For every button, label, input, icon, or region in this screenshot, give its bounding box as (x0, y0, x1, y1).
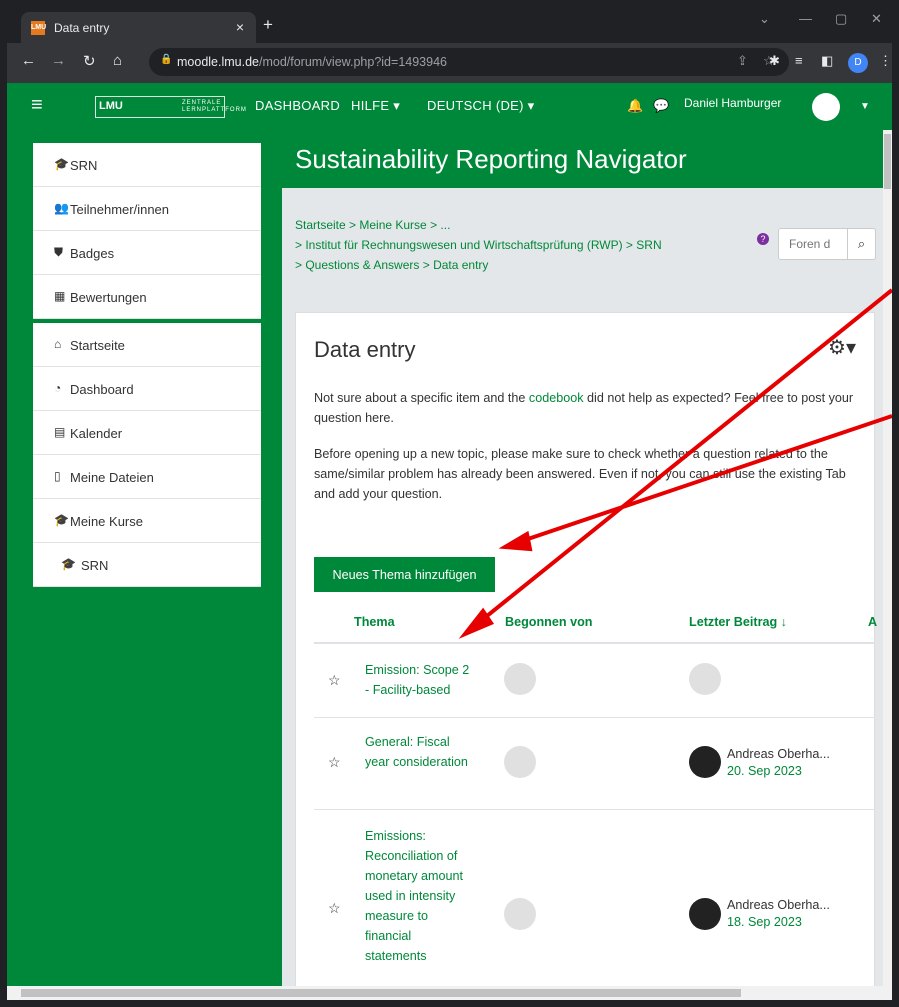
annotation-arrow-to-thema (475, 288, 892, 626)
annotation-arrow-to-button (518, 414, 892, 544)
browser-window: LMU Data entry × + ⌄ — ▢ ✕ ← → ↻ ⌂ 🔒 moo… (7, 7, 892, 1000)
annotation-arrowhead (458, 607, 495, 639)
annotation-arrowhead (498, 530, 533, 552)
annotation-arrows (458, 288, 892, 639)
